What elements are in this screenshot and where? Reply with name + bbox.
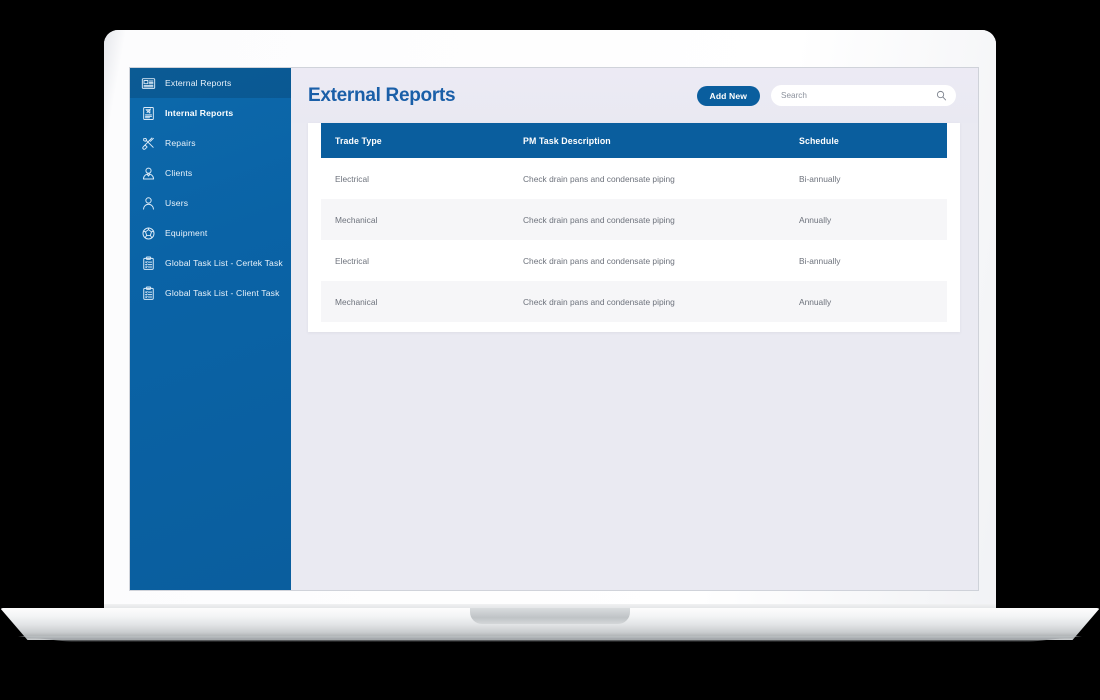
cell-schedule: Bi-annually [799, 173, 841, 184]
cell-task-description: Check drain pans and condensate piping [523, 255, 675, 266]
cell-schedule: Annually [799, 296, 832, 307]
magnifier-icon[interactable] [936, 90, 947, 101]
search-input[interactable] [781, 91, 946, 100]
sidebar-item-label: Global Task List - Client Task [165, 287, 280, 298]
laptop-mockup: External Reports Internal Reports Repairs C… [0, 0, 1100, 700]
table-row[interactable]: Electrical Check drain pans and condensat… [321, 240, 947, 281]
sidebar-item-label: Users [165, 197, 189, 208]
cell-task-description: Check drain pans and condensate piping [523, 214, 675, 225]
sidebar-item-label: Clients [165, 167, 193, 178]
person-tie-icon [141, 166, 156, 181]
document-report-icon [141, 106, 156, 121]
app-body: External Reports Internal Reports Repairs C… [130, 68, 978, 590]
clipboard-list-icon [141, 286, 156, 301]
main-content: External Reports Add New Search Trade Ty… [291, 68, 978, 590]
sidebar-item-label: External Reports [165, 77, 232, 88]
sidebar-item-label: Internal Reports [165, 107, 234, 118]
table-body: Electrical Check drain pans and condensat… [308, 158, 960, 322]
person-icon [141, 196, 156, 211]
sidebar-item-internal-reports[interactable]: Internal Reports [130, 98, 291, 128]
app-viewport: External Reports Internal Reports Repairs C… [130, 68, 978, 590]
sidebar-item-label: Repairs [165, 137, 196, 148]
laptop-screen-bezel: External Reports Internal Reports Repairs C… [104, 30, 996, 610]
sidebar-item-global-task-list-certek-task[interactable]: Global Task List - Certek Task [130, 248, 291, 278]
column-header-schedule: Schedule [799, 135, 839, 146]
sidebar-item-external-reports[interactable]: External Reports [130, 68, 291, 98]
cell-trade-type: Mechanical [335, 214, 378, 225]
table-row[interactable]: Mechanical Check drain pans and condensat… [321, 199, 947, 240]
column-header-task-description: PM Task Description [523, 135, 611, 146]
reports-table-card: Trade Type PM Task Description Schedule … [308, 123, 960, 332]
cell-trade-type: Mechanical [335, 296, 378, 307]
sidebar-item-label: Equipment [165, 227, 208, 238]
sidebar-item-equipment[interactable]: Equipment [130, 218, 291, 248]
search-box[interactable] [771, 85, 956, 106]
cell-task-description: Check drain pans and condensate piping [523, 296, 675, 307]
page-header: External Reports Add New [291, 68, 978, 123]
column-header-trade-type: Trade Type [335, 135, 382, 146]
cell-schedule: Annually [799, 214, 832, 225]
sidebar-item-repairs[interactable]: Repairs [130, 128, 291, 158]
sidebar-item-label: Global Task List - Certek Task [165, 257, 283, 268]
sidebar-item-global-task-list-client-task[interactable]: Global Task List - Client Task [130, 278, 291, 308]
cell-task-description: Check drain pans and condensate piping [523, 173, 675, 184]
cell-schedule: Bi-annually [799, 255, 841, 266]
table-header-row: Trade Type PM Task Description Schedule [321, 123, 947, 158]
cell-trade-type: Electrical [335, 173, 369, 184]
add-new-button[interactable]: Add New [696, 85, 760, 106]
wrench-screwdriver-icon [141, 136, 156, 151]
sidebar-item-clients[interactable]: Clients [130, 158, 291, 188]
table-footer-spacer [308, 322, 960, 332]
laptop-base-notch [470, 608, 630, 624]
laptop-base-edge [18, 636, 1082, 642]
cell-trade-type: Electrical [335, 255, 369, 266]
sidebar-item-users[interactable]: Users [130, 188, 291, 218]
clipboard-list-icon [141, 256, 156, 271]
page-title: External Reports [308, 84, 456, 106]
gear-ball-icon [141, 226, 156, 241]
table-row[interactable]: Mechanical Check drain pans and condensat… [321, 281, 947, 322]
newspaper-icon [141, 76, 156, 91]
table-row[interactable]: Electrical Check drain pans and condensat… [321, 158, 947, 199]
sidebar: External Reports Internal Reports Repairs C… [130, 68, 291, 590]
